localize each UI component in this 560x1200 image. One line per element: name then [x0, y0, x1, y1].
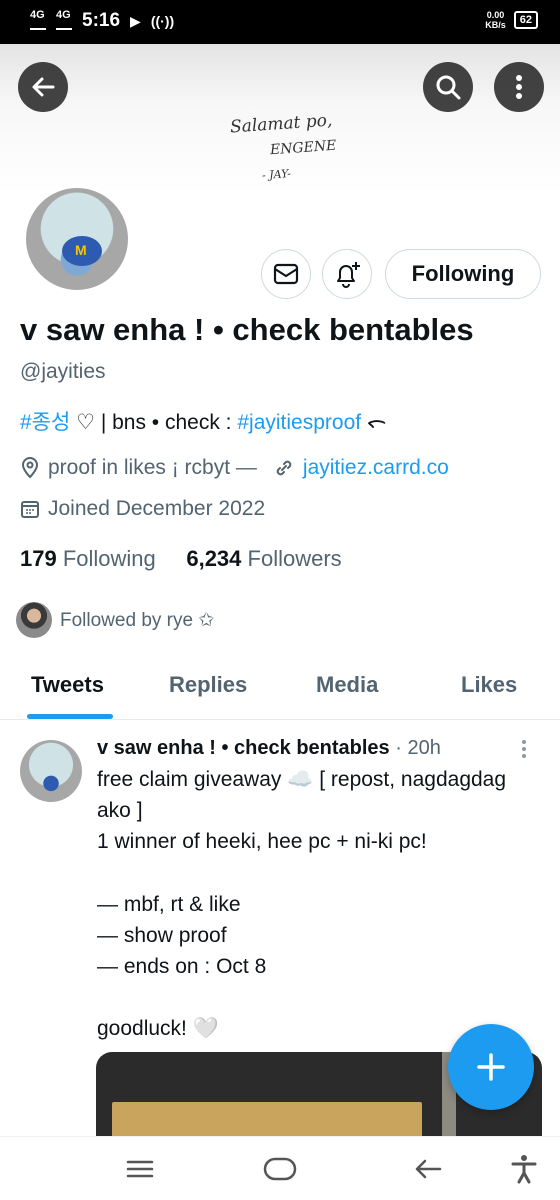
envelope-icon — [273, 263, 299, 285]
hotspot-icon: ((·)) — [150, 13, 175, 29]
tweet-avatar[interactable] — [20, 740, 82, 802]
location-text: proof in likes ¡ rcbyt — — [48, 456, 257, 479]
tweet-text-line: — show proof — [97, 924, 227, 947]
accessibility-icon — [511, 1155, 537, 1184]
tweet-author[interactable]: v saw enha ! • check bentables — [97, 737, 390, 759]
banner-handwriting-3: - JAY- — [261, 167, 292, 182]
bio-text: ♡ | bns • check : — [70, 411, 238, 434]
tweet-text-line: — ends on : Oct 8 — [97, 955, 267, 978]
profile-banner: Salamat po, ENGENE - JAY- — [0, 44, 560, 194]
menu-lines-icon — [126, 1160, 154, 1178]
youtube-icon: ▶ — [130, 12, 141, 29]
profile-tabs: Tweets Replies Media Likes — [0, 656, 560, 720]
recent-apps-button[interactable] — [124, 1153, 156, 1190]
android-nav-bar — [0, 1136, 560, 1200]
tab-replies[interactable]: Replies — [169, 672, 247, 698]
joined-row: Joined December 2022 — [20, 497, 265, 521]
search-icon — [436, 75, 461, 100]
followed-by-text: Followed by rye ✩ — [60, 609, 215, 631]
back-nav-button[interactable] — [412, 1153, 444, 1190]
more-options-button[interactable] — [494, 62, 544, 112]
banner-handwriting-2: ENGENE — [269, 137, 337, 159]
follow-counts: 179 Following 6,234 Followers — [20, 546, 342, 572]
message-button[interactable] — [261, 249, 311, 299]
tweet-text-line: — mbf, rt & like — [97, 893, 241, 916]
tweet-more-button[interactable] — [520, 738, 528, 765]
back-arrow-icon — [415, 1159, 442, 1179]
signal-icon: 4G — [30, 10, 46, 32]
website-link[interactable]: jayitiez.carrd.co — [303, 456, 449, 480]
display-name: v saw enha ! • check bentables — [20, 312, 474, 347]
followers-count-link[interactable]: 6,234 Followers — [186, 546, 341, 571]
active-tab-indicator — [27, 714, 113, 719]
bell-plus-icon — [337, 262, 360, 288]
tweet-text-line: free claim giveaway ☁️ [ repost, nagdagd… — [97, 768, 507, 791]
location-pin-icon — [21, 457, 39, 479]
status-bar: 4G 4G 5:16 ▶ ((·)) 0.00 KB/s 62 — [0, 0, 560, 44]
username-handle: @jayities — [20, 360, 106, 383]
tweet-header: v saw enha ! • check bentables · 20h — [97, 737, 441, 760]
profile-meta-row: proof in likes ¡ rcbyt — jayitiez.carrd.… — [20, 456, 449, 480]
battery-indicator: 62 — [513, 11, 538, 29]
banner-handwriting-1: Salamat po, — [229, 110, 333, 138]
tab-media[interactable]: Media — [316, 672, 378, 698]
tweet-text-line: ako ] — [97, 799, 143, 822]
following-count-link[interactable]: 179 Following — [20, 546, 156, 571]
tweet-time: · 20h — [395, 737, 441, 759]
link-icon — [276, 460, 292, 476]
clock: 5:16 — [82, 10, 121, 31]
profile-bio: #종성 ♡ | bns • check : #jayitiesproof ᯞ — [20, 406, 386, 436]
tweet-text-line: goodluck! 🤍 — [97, 1017, 219, 1040]
tab-tweets[interactable]: Tweets — [31, 672, 104, 698]
plus-icon — [477, 1053, 505, 1081]
calendar-icon — [21, 501, 39, 518]
accessibility-button[interactable] — [508, 1153, 540, 1190]
bio-end: ᯞ — [361, 411, 387, 434]
followed-by[interactable]: Followed by rye ✩ — [16, 602, 214, 638]
bio-hashtag-2[interactable]: #jayitiesproof — [237, 411, 361, 434]
network-speed: 0.00 KB/s — [485, 10, 506, 30]
vertical-dots-icon — [516, 75, 522, 99]
tweet-text-line: 1 winner of heeki, hee pc + ni-ki pc! — [97, 830, 427, 853]
profile-avatar[interactable] — [22, 184, 132, 294]
follower-avatar — [16, 602, 52, 638]
home-pill-icon — [263, 1157, 297, 1181]
tab-likes[interactable]: Likes — [461, 672, 517, 698]
search-button[interactable] — [423, 62, 473, 112]
back-arrow-icon — [32, 77, 55, 97]
following-button[interactable]: Following — [385, 249, 541, 299]
compose-tweet-button[interactable] — [448, 1024, 534, 1110]
notifications-button[interactable] — [322, 249, 372, 299]
signal-icon-2: 4G — [56, 10, 72, 32]
joined-date: Joined December 2022 — [48, 497, 266, 520]
vertical-dots-icon — [522, 740, 526, 758]
home-button[interactable] — [262, 1153, 298, 1190]
back-button[interactable] — [18, 62, 68, 112]
bio-hashtag-1[interactable]: #종성 — [20, 411, 70, 434]
